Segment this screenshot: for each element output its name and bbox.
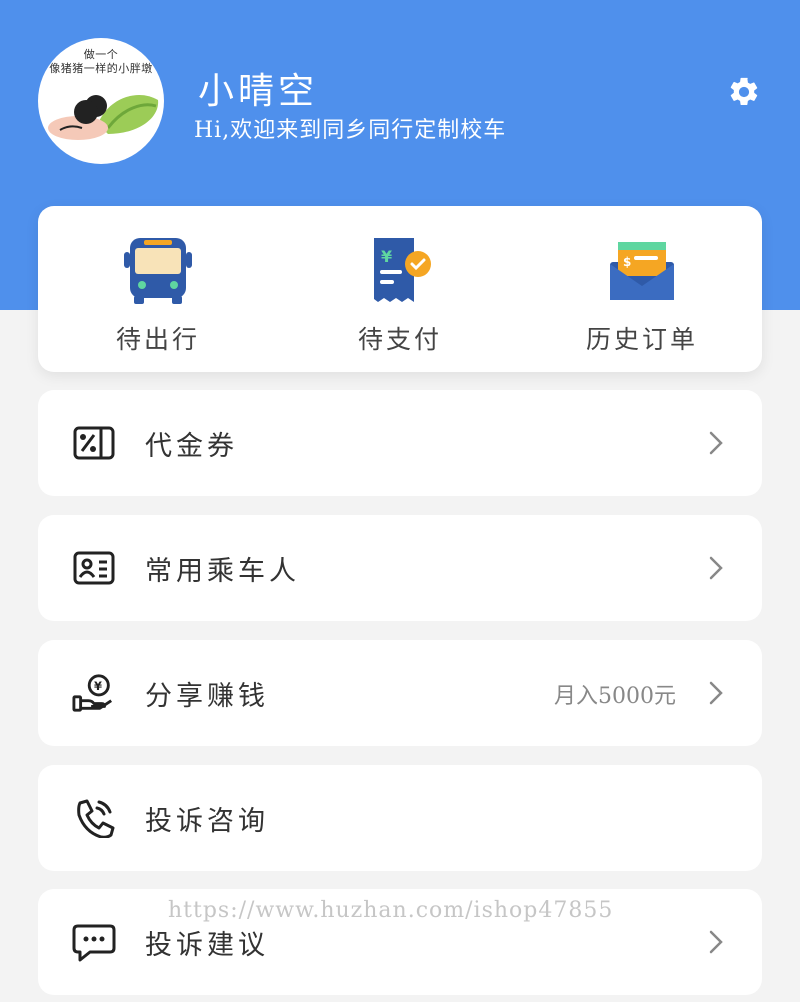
chat-bubble-icon xyxy=(72,924,116,962)
coupon-icon xyxy=(73,426,115,460)
order-pending-payment[interactable]: ¥ 待支付 xyxy=(280,206,520,372)
chevron-right-icon xyxy=(709,681,723,705)
menu-icon xyxy=(72,548,116,588)
user-name: 小晴空 xyxy=(198,71,319,112)
order-label: 待支付 xyxy=(357,325,442,354)
order-label: 历史订单 xyxy=(585,325,698,354)
svg-text:¥: ¥ xyxy=(94,679,102,693)
chevron-right-icon xyxy=(709,431,723,455)
order-pending-trip[interactable]: 待出行 xyxy=(38,206,278,372)
menu-icon xyxy=(72,423,116,463)
settings-button[interactable] xyxy=(722,70,766,114)
payment-receipt-icon: ¥ xyxy=(374,238,431,302)
money-hand-icon: ¥ xyxy=(72,674,113,712)
menu-label: 代金券 xyxy=(145,431,238,462)
chevron-right-icon xyxy=(709,930,723,954)
menu-label: 投诉建议 xyxy=(145,930,269,961)
order-history[interactable]: $ 历史订单 xyxy=(522,206,762,372)
svg-text:¥: ¥ xyxy=(381,247,392,266)
wallet-envelope-icon: $ xyxy=(610,242,674,300)
menu-label: 投诉咨询 xyxy=(145,806,269,837)
order-label: 待出行 xyxy=(115,325,200,354)
menu-icon xyxy=(72,798,116,838)
menu-item-passengers[interactable]: 常用乘车人 xyxy=(38,515,762,621)
menu-item-complaint-consult[interactable]: 投诉咨询 xyxy=(38,765,762,871)
menu-label: 常用乘车人 xyxy=(145,556,300,587)
menu-label: 分享赚钱 xyxy=(145,681,269,712)
orders-card: 待出行 ¥ 待支付 $ 历史订单 xyxy=(38,206,762,372)
share-earn-promo: 月入5000元 xyxy=(554,684,676,709)
bus-icon xyxy=(124,238,192,304)
menu-icon xyxy=(72,922,116,962)
svg-text:$: $ xyxy=(623,255,631,269)
avatar-illustration xyxy=(48,94,159,140)
menu-icon: ¥ xyxy=(72,673,116,713)
menu-item-share-earn[interactable]: ¥ 分享赚钱 月入5000元 xyxy=(38,640,762,746)
menu-item-coupons[interactable]: 代金券 xyxy=(38,390,762,496)
phone-icon xyxy=(77,799,115,838)
chevron-right-icon xyxy=(709,556,723,580)
avatar[interactable]: 做一个 像猪猪一样的小胖墩 xyxy=(38,38,164,164)
gear-icon xyxy=(730,77,758,106)
id-card-icon xyxy=(73,551,115,585)
user-greeting: Hi,欢迎来到同乡同行定制校车 xyxy=(194,118,507,143)
menu-item-complaint-suggestion[interactable]: 投诉建议 xyxy=(38,889,762,995)
